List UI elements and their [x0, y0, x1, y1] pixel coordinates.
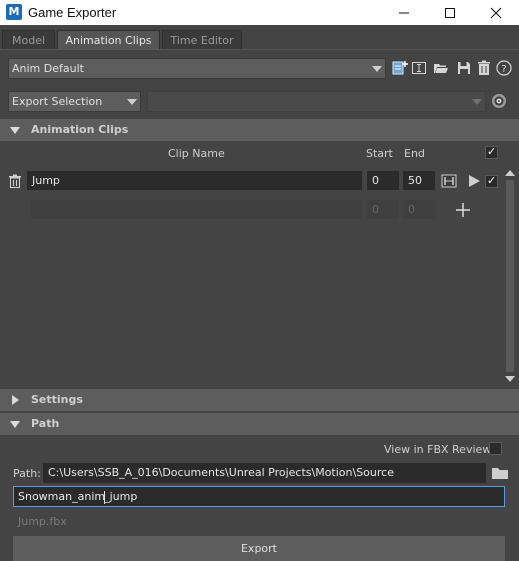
section-settings-label: Settings — [31, 393, 83, 406]
filename-text-after-cursor: _jump — [104, 490, 138, 503]
new-clip-name-field[interactable] — [31, 200, 362, 219]
clip-export-checkbox[interactable]: ✓ — [485, 174, 498, 188]
svg-text:?: ? — [501, 64, 506, 75]
clips-scrollbar[interactable] — [504, 168, 516, 384]
export-settings-button[interactable] — [490, 92, 508, 110]
output-file-preview: Jump.fbx — [18, 515, 67, 528]
section-animation-clips-header[interactable]: Animation Clips — [0, 119, 519, 141]
section-path-header[interactable]: Path — [0, 413, 519, 435]
view-in-fbx-review-checkbox[interactable] — [489, 442, 502, 455]
tab-model[interactable]: Model — [2, 30, 55, 50]
save-icon — [458, 62, 470, 74]
browse-path-button[interactable] — [491, 464, 509, 482]
clip-start-field[interactable]: 0 — [367, 171, 399, 190]
minimize-button[interactable] — [381, 0, 427, 25]
scrollbar-thumb[interactable] — [506, 180, 514, 372]
target-gear-icon — [492, 94, 506, 108]
clip-end-field[interactable]: 50 — [403, 171, 435, 190]
close-button[interactable] — [473, 0, 519, 25]
tab-animation-clips[interactable]: Animation Clips — [57, 30, 160, 50]
expand-arrow-icon — [10, 421, 20, 428]
checkmark-icon: ✓ — [487, 174, 497, 187]
minimize-icon — [399, 12, 409, 13]
preset-dropdown[interactable]: Anim Default — [8, 58, 386, 79]
export-mode-value: Export Selection — [12, 95, 103, 108]
help-icon: ? — [496, 60, 512, 76]
maximize-icon — [445, 7, 455, 18]
chevron-down-icon — [127, 99, 137, 105]
help-button[interactable]: ? — [495, 59, 513, 77]
expand-arrow-icon — [10, 127, 20, 134]
clip-name-field[interactable]: Jump — [27, 171, 362, 190]
export-button[interactable]: Export — [13, 536, 505, 561]
title-bar: M Game Exporter — [0, 0, 519, 25]
folder-icon — [492, 468, 508, 479]
plus-icon — [456, 203, 470, 217]
scroll-up-arrow-icon[interactable] — [505, 170, 515, 176]
view-in-fbx-review-label: View in FBX Review — [384, 443, 492, 456]
collapse-arrow-icon — [12, 395, 19, 405]
add-clip-button[interactable] — [454, 201, 472, 219]
chevron-down-icon — [472, 99, 482, 105]
path-label: Path: — [13, 467, 41, 480]
section-settings-header[interactable]: Settings — [0, 389, 519, 411]
select-all-clips-checkbox[interactable]: ✓ — [485, 145, 498, 159]
filename-text-before-cursor: Snowman_anim — [18, 490, 106, 503]
open-preset-button[interactable] — [432, 59, 450, 77]
maximize-button[interactable] — [427, 0, 473, 25]
path-field[interactable]: C:\Users\SSB_A_016\Documents\Unreal Proj… — [43, 463, 486, 483]
tab-divider — [0, 49, 519, 50]
rename-preset-button[interactable] — [410, 59, 428, 77]
tab-bar: Model Animation Clips Time Editor — [0, 30, 519, 50]
set-time-range-button[interactable] — [440, 172, 458, 190]
play-clip-button[interactable] — [465, 172, 483, 190]
trash-icon — [478, 60, 490, 75]
start-column-header: Start — [366, 147, 393, 160]
time-range-icon — [441, 174, 457, 188]
close-icon — [490, 7, 502, 18]
save-preset-button[interactable] — [455, 59, 473, 77]
tab-time-editor[interactable]: Time Editor — [162, 30, 242, 50]
preset-dropdown-value: Anim Default — [12, 62, 84, 75]
rename-icon — [412, 62, 426, 74]
trash-icon — [9, 174, 21, 188]
end-column-header: End — [404, 147, 425, 160]
export-set-dropdown[interactable] — [147, 91, 486, 112]
export-mode-dropdown[interactable]: Export Selection — [8, 91, 141, 112]
window-title: Game Exporter — [28, 5, 117, 20]
new-preset-icon — [392, 61, 408, 75]
folder-open-icon — [434, 64, 448, 73]
new-preset-button[interactable] — [391, 59, 409, 77]
maya-app-icon: M — [6, 4, 22, 20]
chevron-down-icon — [372, 66, 382, 72]
scroll-down-arrow-icon[interactable] — [505, 376, 515, 382]
new-clip-end-field[interactable]: 0 — [403, 200, 435, 219]
checkmark-icon: ✓ — [487, 145, 497, 158]
section-animation-clips-label: Animation Clips — [31, 123, 129, 136]
filename-field[interactable]: Snowman_anim_jump — [13, 486, 505, 507]
play-icon — [469, 175, 480, 187]
delete-preset-button[interactable] — [475, 59, 493, 77]
section-path-label: Path — [31, 417, 60, 430]
delete-clip-button[interactable] — [6, 172, 24, 190]
clip-name-column-header: Clip Name — [168, 147, 225, 160]
new-clip-start-field[interactable]: 0 — [367, 200, 399, 219]
